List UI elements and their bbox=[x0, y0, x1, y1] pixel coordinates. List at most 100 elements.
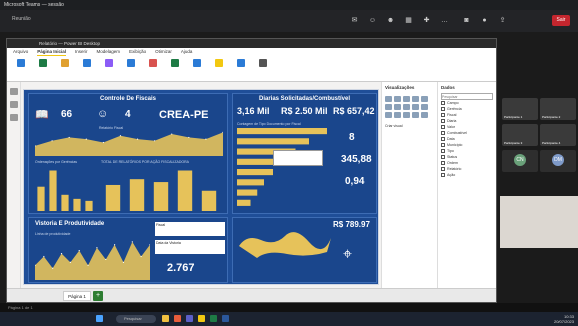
report-canvas[interactable]: Controle De Fiscais 📖 66 ☺ 4 CREA-PE Rel… bbox=[23, 89, 379, 285]
area-chart-icon[interactable] bbox=[412, 96, 419, 102]
tab-ajuda[interactable]: Ajuda bbox=[181, 48, 193, 56]
field-checkbox[interactable] bbox=[441, 137, 445, 141]
field-checkbox[interactable] bbox=[441, 167, 445, 171]
field-checkbox[interactable] bbox=[441, 131, 445, 135]
active-speaker-video[interactable] bbox=[500, 196, 578, 248]
participant-tile[interactable]: Participante 1 bbox=[502, 98, 538, 120]
ribbon-button[interactable] bbox=[103, 59, 115, 73]
apps-icon[interactable]: ✚ bbox=[422, 16, 431, 25]
camera-icon[interactable]: ◙ bbox=[462, 16, 471, 25]
people-icon[interactable]: ☺ bbox=[368, 16, 377, 25]
treemap-icon[interactable] bbox=[412, 112, 419, 118]
people-icon: ☺ bbox=[97, 108, 109, 120]
folder-icon[interactable] bbox=[162, 315, 169, 322]
field-checkbox[interactable] bbox=[441, 107, 445, 111]
field-checkbox[interactable] bbox=[441, 161, 445, 165]
column-chart-icon[interactable] bbox=[394, 96, 401, 102]
matrix-icon[interactable] bbox=[403, 104, 410, 110]
ribbon-button[interactable] bbox=[191, 59, 203, 73]
mic-icon[interactable]: ● bbox=[480, 16, 489, 25]
tab-exibicao[interactable]: Exibição bbox=[129, 48, 146, 56]
chat-icon[interactable]: ✉ bbox=[350, 16, 359, 25]
ribbon-button[interactable] bbox=[213, 59, 225, 73]
scatter-icon[interactable] bbox=[394, 112, 401, 118]
gauge-icon[interactable] bbox=[385, 112, 392, 118]
ribbon-button-icon bbox=[105, 59, 113, 67]
report-view-icon[interactable] bbox=[10, 88, 18, 95]
field-label: Diaria bbox=[447, 119, 457, 123]
field-list: Campo Gerência Fiscal Diaria Valor Combustíve… bbox=[438, 100, 496, 178]
field-checkbox[interactable] bbox=[441, 125, 445, 129]
map-icon[interactable] bbox=[385, 104, 392, 110]
data-slicer[interactable]: Data da Vistoria bbox=[155, 240, 225, 254]
page-tab[interactable]: Página 1 bbox=[63, 291, 91, 301]
ribbon-button[interactable] bbox=[81, 59, 93, 73]
tab-pagina-inicial[interactable]: Página Inicial bbox=[37, 48, 67, 56]
leave-button[interactable]: Sair bbox=[552, 15, 570, 26]
react-icon[interactable]: ☻ bbox=[386, 16, 395, 25]
add-page-button[interactable]: + bbox=[93, 291, 103, 301]
orders-label: Ordenações por Gerências bbox=[35, 160, 78, 164]
donut-icon[interactable] bbox=[403, 112, 410, 118]
ribbon-button[interactable] bbox=[15, 59, 27, 73]
map-shape[interactable] bbox=[237, 226, 333, 266]
bar-chart-icon[interactable] bbox=[385, 96, 392, 102]
field-checkbox[interactable] bbox=[441, 173, 445, 177]
bar bbox=[237, 138, 309, 145]
page-tabbar: Página 1 + bbox=[7, 288, 496, 302]
visual-gallery[interactable] bbox=[382, 93, 437, 121]
participant-tile[interactable]: Participante 4 bbox=[540, 124, 576, 146]
tab-inserir[interactable]: Inserir bbox=[75, 48, 88, 56]
field-checkbox[interactable] bbox=[441, 119, 445, 123]
field-checkbox[interactable] bbox=[441, 155, 445, 159]
word-icon[interactable] bbox=[222, 315, 229, 322]
line-chart-icon[interactable] bbox=[403, 96, 410, 102]
ribbon-button-icon bbox=[83, 59, 91, 67]
data-point bbox=[102, 141, 104, 144]
fiscal-slicer[interactable]: Fiscal bbox=[155, 222, 225, 236]
series-area bbox=[35, 241, 150, 280]
field-checkbox[interactable] bbox=[441, 113, 445, 117]
field-checkbox[interactable] bbox=[441, 149, 445, 153]
model-view-icon[interactable] bbox=[10, 114, 18, 121]
participant-tile[interactable]: Participante 3 bbox=[502, 124, 538, 146]
participant-tile[interactable]: Participante 2 bbox=[540, 98, 576, 120]
field-checkbox[interactable] bbox=[441, 101, 445, 105]
taskbar-search[interactable]: Pesquisar bbox=[116, 315, 156, 323]
ribbon-button-icon bbox=[17, 59, 25, 67]
browser-icon[interactable] bbox=[174, 315, 181, 322]
funnel-icon[interactable] bbox=[421, 112, 428, 118]
field-label: Valor bbox=[447, 125, 456, 129]
tab-arquivo[interactable]: Arquivo bbox=[13, 48, 28, 56]
participant-tile[interactable]: DM bbox=[540, 150, 576, 172]
ribbon-button[interactable] bbox=[235, 59, 247, 73]
view-rail bbox=[7, 82, 21, 288]
share-icon[interactable]: ⇪ bbox=[498, 16, 507, 25]
ribbon-button[interactable] bbox=[147, 59, 159, 73]
table-view-icon[interactable] bbox=[10, 101, 18, 108]
ribbon-button[interactable] bbox=[59, 59, 71, 73]
field-checkbox[interactable] bbox=[441, 143, 445, 147]
more-icon[interactable]: … bbox=[440, 16, 449, 25]
slicer-icon[interactable] bbox=[421, 104, 428, 110]
card-icon[interactable] bbox=[412, 104, 419, 110]
windows-icon[interactable] bbox=[96, 315, 103, 322]
ribbon-button[interactable] bbox=[257, 59, 269, 73]
view-icon[interactable]: ▦ bbox=[404, 16, 413, 25]
powerbi-icon[interactable] bbox=[198, 315, 205, 322]
kpi-total: R$ 789.97 bbox=[333, 220, 370, 229]
ribbon-button[interactable] bbox=[169, 59, 181, 73]
data-point bbox=[85, 138, 87, 140]
pie-chart-icon[interactable] bbox=[421, 96, 428, 102]
ribbon-button[interactable] bbox=[125, 59, 137, 73]
field-label: Município bbox=[447, 143, 463, 147]
excel-icon[interactable] bbox=[210, 315, 217, 322]
teams-icon[interactable] bbox=[186, 315, 193, 322]
data-search-input[interactable] bbox=[441, 93, 493, 100]
tab-otimizar[interactable]: Otimizar bbox=[155, 48, 172, 56]
ribbon-button[interactable] bbox=[37, 59, 49, 73]
tab-modelagem[interactable]: Modelagem bbox=[97, 48, 121, 56]
field-item[interactable]: Ação bbox=[438, 172, 496, 178]
participant-tile[interactable]: CN bbox=[502, 150, 538, 172]
table-icon[interactable] bbox=[394, 104, 401, 110]
